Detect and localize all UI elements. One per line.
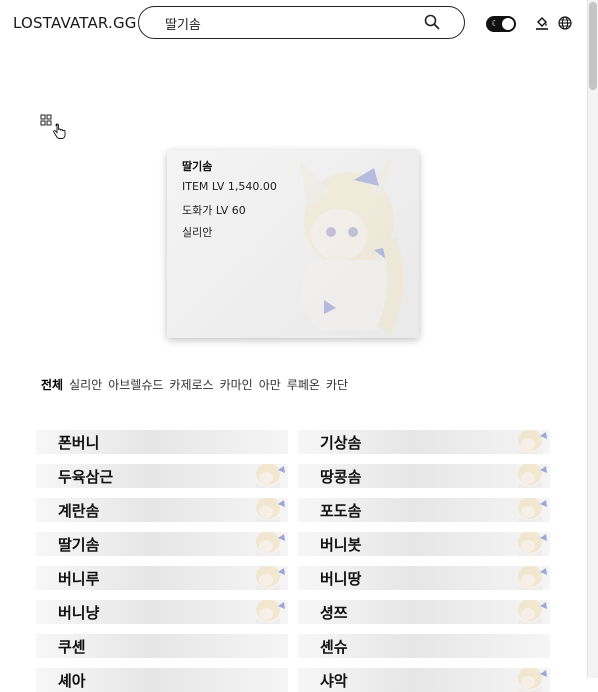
character-list-name: 땅콩솜 <box>320 468 362 486</box>
character-list-item[interactable]: 셰아 <box>36 668 288 692</box>
theme-toggle[interactable]: ☾ <box>486 16 516 32</box>
character-thumbnail <box>518 430 547 454</box>
toggle-knob <box>502 18 514 30</box>
character-list-name: 두육삼근 <box>58 468 114 486</box>
character-thumbnail <box>256 600 285 624</box>
character-list-name: 셩쯔 <box>320 604 348 622</box>
grid-view-icon[interactable] <box>40 114 52 126</box>
character-thumbnail <box>518 600 547 624</box>
character-list-item[interactable]: 폰버니 <box>36 430 288 454</box>
character-list-item[interactable]: 버니냥 <box>36 600 288 624</box>
server-tab[interactable]: 아브렐슈드 <box>108 376 163 393</box>
character-thumbnail <box>256 566 285 590</box>
character-list-item[interactable]: 포도솜 <box>298 498 550 522</box>
character-list-name: 버니땅 <box>320 570 362 588</box>
character-list-item[interactable]: 버니땅 <box>298 566 550 590</box>
page-scrollbar[interactable] <box>587 0 598 678</box>
character-list-item[interactable]: 기상솜 <box>298 430 550 454</box>
search-input[interactable] <box>165 13 405 33</box>
character-list-name: 셴슈 <box>320 638 348 656</box>
character-list-item[interactable]: 샤악 <box>298 668 550 692</box>
character-list-item[interactable]: 버니루 <box>36 566 288 590</box>
character-thumbnail <box>518 498 547 522</box>
character-list-name: 샤악 <box>320 672 348 690</box>
server-tab[interactable]: 실리안 <box>69 376 102 393</box>
search-box[interactable] <box>138 6 465 39</box>
character-thumbnail <box>256 464 285 488</box>
paint-bucket-icon[interactable] <box>535 16 549 30</box>
character-list-item[interactable]: 셩쯔 <box>298 600 550 624</box>
character-card[interactable]: 딸기솜 ITEM LV 1,540.00 도화가 LV 60 실리안 <box>167 150 419 338</box>
character-list-item[interactable]: 버니봇 <box>298 532 550 556</box>
server-tab[interactable]: 카제로스 <box>169 376 213 393</box>
globe-icon[interactable] <box>558 16 572 30</box>
scrollbar-thumb[interactable] <box>589 2 597 90</box>
server-tab[interactable]: 아만 <box>259 376 281 393</box>
character-list-item[interactable]: 쿠셴 <box>36 634 288 658</box>
server-tab[interactable]: 카마인 <box>220 376 253 393</box>
character-thumbnail <box>256 498 285 522</box>
character-list-name: 계란솜 <box>58 502 100 520</box>
character-list-item[interactable]: 셴슈 <box>298 634 550 658</box>
character-thumbnail <box>256 532 285 556</box>
character-list-item[interactable]: 땅콩솜 <box>298 464 550 488</box>
character-thumbnail <box>518 464 547 488</box>
server-name: 실리안 <box>182 226 213 239</box>
character-list-name: 셰아 <box>58 672 86 690</box>
moon-icon: ☾ <box>491 19 499 28</box>
server-tabs: 전체 실리안 아브렐슈드 카제로스 카마인 아만 루페온 카단 <box>41 376 354 393</box>
character-list-item[interactable]: 계란솜 <box>36 498 288 522</box>
site-logo[interactable]: LOSTAVATAR.GG <box>13 14 137 32</box>
server-tab[interactable]: 루페온 <box>287 376 320 393</box>
character-list-name: 포도솜 <box>320 502 362 520</box>
character-list-name: 버니봇 <box>320 536 362 554</box>
character-list-name: 폰버니 <box>58 434 100 452</box>
character-name: 딸기솜 <box>182 160 213 173</box>
character-list-item[interactable]: 두육삼근 <box>36 464 288 488</box>
character-list-name: 쿠셴 <box>58 638 86 656</box>
server-tab[interactable]: 카단 <box>326 376 348 393</box>
character-thumbnail <box>518 566 547 590</box>
search-icon[interactable] <box>424 14 440 30</box>
character-list-name: 기상솜 <box>320 434 362 452</box>
hand-cursor-icon <box>53 123 66 139</box>
character-list-item[interactable]: 딸기솜 <box>36 532 288 556</box>
character-list-name: 버니냥 <box>58 604 100 622</box>
server-tab[interactable]: 전체 <box>41 376 63 393</box>
character-list-name: 버니루 <box>58 570 100 588</box>
character-list-name: 딸기솜 <box>58 536 100 554</box>
item-level: ITEM LV 1,540.00 <box>182 180 277 193</box>
character-portrait <box>299 155 404 334</box>
class-level: 도화가 LV 60 <box>182 204 246 217</box>
character-thumbnail <box>518 532 547 556</box>
character-thumbnail <box>518 668 547 692</box>
